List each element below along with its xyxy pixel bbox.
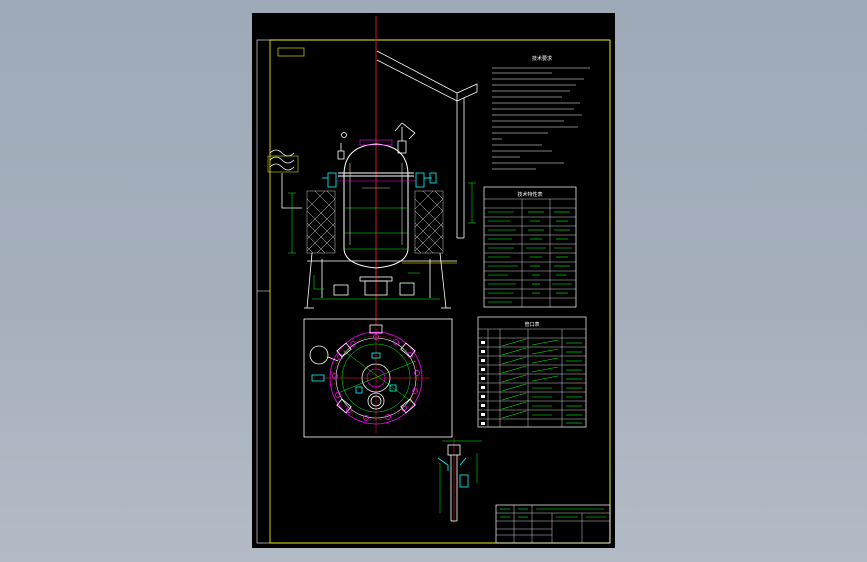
elevation-dimensions [288,182,476,300]
tech-requirements: 技术要求 [492,55,590,170]
plan-view [309,324,430,433]
top-nozzles [337,122,416,160]
tech-notes-lines [492,67,590,170]
title-block [495,504,611,544]
probe-detail [437,438,482,523]
drawing-frame [256,39,611,544]
insulation-jacket [306,190,444,254]
tech-requirements-title: 技术要求 [532,55,552,62]
inlet-pipe-sketch [267,149,302,209]
side-nozzles [322,172,437,188]
tech-characteristics-title: 技术特性表 [517,191,542,198]
cad-drawing-sheet: 技术要求 技术特性表 管口表 [252,13,615,548]
vessel-legs [304,252,457,309]
cad-drawing: 技术要求 技术特性表 管口表 [256,16,611,544]
nozzle-table: 管口表 [477,316,587,428]
nozzle-table-title: 管口表 [524,321,539,328]
tech-characteristics-table: 技术特性表 [483,186,577,308]
drawing-number-tab [277,47,305,57]
